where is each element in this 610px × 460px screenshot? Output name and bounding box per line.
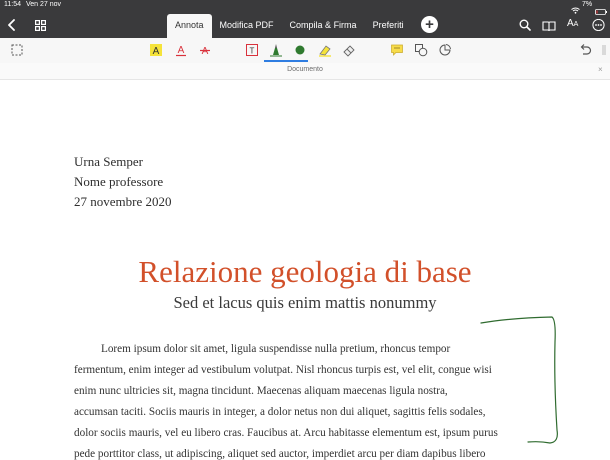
battery-level: 7%	[582, 1, 593, 8]
ink-bracket-annotation[interactable]	[470, 312, 570, 452]
shapes-icon[interactable]	[413, 42, 429, 58]
tab-compila-firma[interactable]: Compila & Firma	[282, 14, 365, 38]
highlight-text-icon[interactable]: A	[148, 42, 164, 58]
more-icon[interactable]	[592, 18, 605, 36]
professor-name: Nome professore	[74, 174, 164, 189]
svg-text:A: A	[178, 45, 185, 56]
status-time: 11:54	[4, 1, 21, 8]
text-size-big: A	[567, 18, 574, 29]
close-document-icon[interactable]: ×	[598, 65, 603, 74]
top-bar: 11:54 Ven 27 nov 7% Annota Modifica PDF …	[0, 0, 610, 38]
paragraph-line: fermentum, enim integer ad vestibulum vo…	[74, 364, 492, 376]
paragraph-line: enim nunc ultricies sit, magna tincidunt…	[74, 385, 448, 397]
document-title: Relazione geologia di base	[138, 254, 472, 289]
mode-tabs: Annota Modifica PDF Compila & Firma Pref…	[167, 14, 412, 38]
paragraph-line: dolor sociis mauris, vel eu libero cras.…	[74, 427, 498, 439]
svg-text:A: A	[153, 46, 160, 57]
note-icon[interactable]	[389, 42, 405, 58]
add-tab-button[interactable]: +	[421, 16, 438, 33]
color-picker-icon[interactable]	[292, 42, 308, 58]
lasso-icon[interactable]	[437, 42, 453, 58]
undo-icon[interactable]	[577, 42, 593, 58]
text-size-small: A	[573, 21, 579, 28]
strikethrough-text-icon[interactable]: A	[197, 42, 213, 58]
document-tab-title[interactable]: Documento	[0, 66, 610, 73]
eraser-icon[interactable]	[341, 42, 357, 58]
highlighter-pen-icon[interactable]	[317, 42, 333, 58]
book-icon[interactable]	[542, 19, 556, 37]
active-tool-indicator	[264, 60, 308, 62]
selection-tool-icon[interactable]	[9, 42, 25, 58]
pen-tool-icon[interactable]	[268, 42, 284, 58]
tab-preferiti[interactable]: Preferiti	[365, 14, 412, 38]
document-tab-bar: Documento ×	[0, 63, 610, 80]
document-date: 27 novembre 2020	[74, 194, 172, 209]
author-name: Urna Semper	[74, 154, 143, 169]
paragraph-line: pede porttitor class, ut adipiscing, ali…	[74, 448, 486, 460]
underline-text-icon[interactable]: A	[173, 42, 189, 58]
status-date: Ven 27 nov	[26, 1, 62, 8]
document-subtitle: Sed et lacus quis enim mattis nonummy	[173, 293, 437, 312]
tab-modifica-pdf[interactable]: Modifica PDF	[212, 14, 282, 38]
grid-icon[interactable]	[35, 18, 46, 36]
wifi-icon	[571, 1, 580, 19]
back-icon[interactable]	[7, 18, 16, 36]
text-box-icon[interactable]: T	[244, 42, 260, 58]
paragraph-line: accumsan taciti. Sociis mauris in intege…	[74, 406, 486, 418]
svg-text:T: T	[250, 47, 255, 56]
tab-annota[interactable]: Annota	[167, 14, 212, 38]
toolbar-handle-icon[interactable]	[596, 42, 610, 58]
text-size-button[interactable]: AA	[567, 18, 578, 29]
svg-text:A: A	[202, 46, 209, 57]
search-icon[interactable]	[519, 18, 531, 36]
